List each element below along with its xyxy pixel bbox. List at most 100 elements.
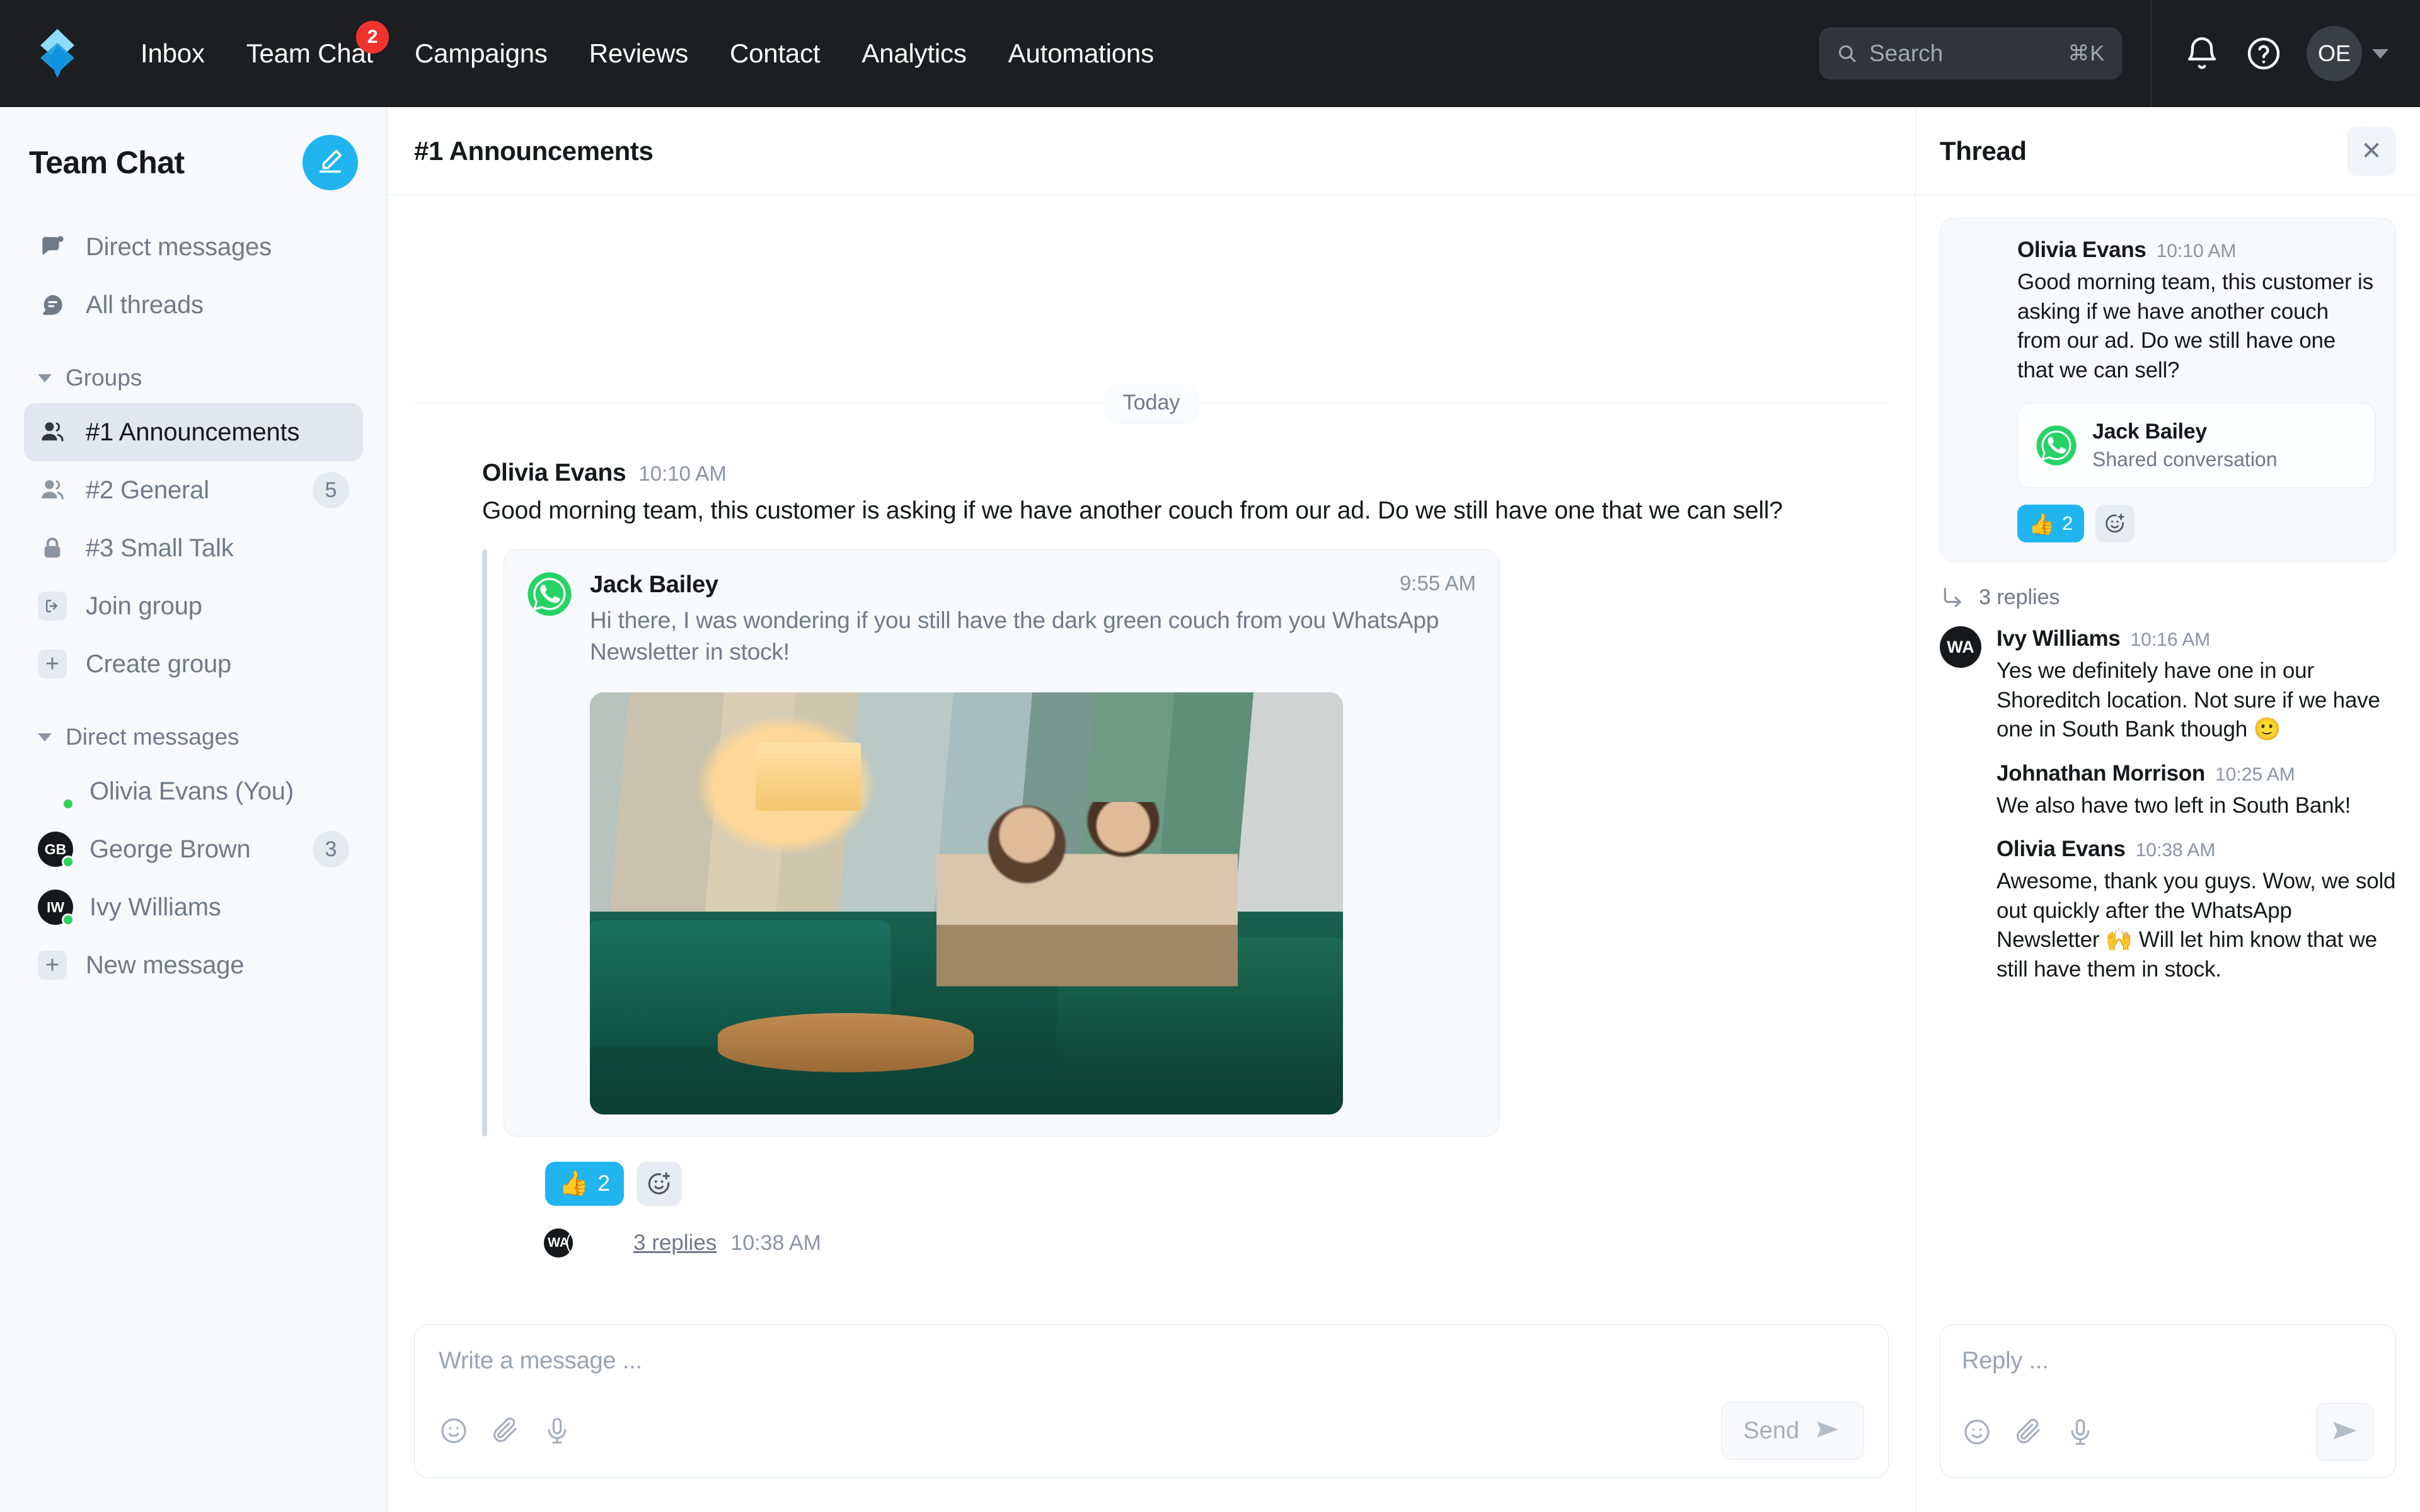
thread-reply-item: Olivia Evans 10:38 AM Awesome, thank you… (1940, 837, 2396, 984)
message-text: Good morning team, this customer is aski… (2017, 270, 2373, 382)
sidebar-dm-george-brown[interactable]: GB George Brown 3 (24, 820, 363, 878)
threads-icon (38, 290, 67, 319)
online-status-dot (62, 856, 74, 868)
search-input[interactable]: Search ⌘K (1819, 28, 2122, 79)
message-timestamp: 10:38 AM (2135, 840, 2216, 861)
avatar[interactable]: OE (2307, 26, 2362, 81)
nav-label: Contact (730, 38, 821, 68)
sidebar-item-small-talk[interactable]: #3 Small Talk (24, 519, 363, 577)
thread-replies-count: 3 replies (1979, 585, 2060, 609)
sidebar-item-announcements[interactable]: #1 Announcements (24, 403, 363, 461)
add-reaction-icon[interactable] (636, 1162, 682, 1206)
avatar-initials: OE (2317, 40, 2351, 66)
replies-summary[interactable]: WA 3 replies 10:38 AM (543, 1227, 1889, 1259)
reaction-thumbs-up[interactable]: 👍 2 (2017, 505, 2085, 543)
day-divider-label: Today (1106, 384, 1197, 421)
sidebar-section-direct-messages[interactable]: Direct messages (24, 712, 363, 762)
microphone-icon[interactable] (2065, 1417, 2095, 1447)
whatsapp-icon (2036, 425, 2077, 466)
sidebar-item-new-message[interactable]: + New message (24, 936, 363, 994)
couch-photo[interactable] (590, 692, 1343, 1115)
section-label: Groups (66, 365, 142, 391)
help-circle-icon[interactable] (2245, 35, 2283, 72)
message-timestamp: 10:25 AM (2215, 764, 2295, 785)
reply-input[interactable]: Reply ... (1962, 1348, 2374, 1403)
reaction-row: 👍 2 (2017, 505, 2375, 543)
nav-item-reviews[interactable]: Reviews (568, 38, 709, 69)
people-icon (38, 476, 67, 505)
shared-subtitle: Shared conversation (2092, 448, 2278, 471)
unread-count-badge: 5 (313, 472, 349, 508)
superchat-logo[interactable] (30, 26, 84, 81)
compose-button[interactable] (302, 135, 358, 190)
emoji-icon[interactable] (1962, 1417, 1992, 1447)
nav-item-campaigns[interactable]: Campaigns (394, 38, 568, 69)
sidebar-item-label: #2 General (86, 476, 209, 504)
sidebar-item-label: #1 Announcements (86, 418, 300, 446)
sidebar-item-join-group[interactable]: Join group (24, 577, 363, 635)
search-placeholder: Search (1869, 40, 1944, 66)
join-icon (38, 592, 67, 621)
avatar: GB (38, 832, 74, 868)
sidebar-dm-ivy-williams[interactable]: IW Ivy Williams (24, 878, 363, 936)
sidebar-item-general[interactable]: #2 General 5 (24, 461, 363, 519)
sidebar-item-label: Direct messages (86, 232, 272, 261)
replies-link[interactable]: 3 replies (633, 1230, 717, 1256)
compose-pencil-icon (316, 147, 345, 179)
message-timestamp: 10:10 AM (638, 462, 727, 485)
chat-bubble-icon (38, 232, 67, 261)
message-author: Johnathan Morrison (1997, 760, 2205, 786)
shared-conversation-quote[interactable]: Jack Bailey 9:55 AM Hi there, I was wond… (482, 549, 1889, 1137)
sidebar-dm-olivia-evans[interactable]: Olivia Evans (You) (24, 762, 363, 820)
search-shortcut: ⌘K (2068, 42, 2105, 66)
reaction-thumbs-up[interactable]: 👍 2 (545, 1162, 624, 1206)
nav-label: Inbox (141, 38, 205, 68)
send-button[interactable]: Send (1721, 1402, 1864, 1460)
sidebar-item-create-group[interactable]: + Create group (24, 635, 363, 693)
nav-label: Campaigns (415, 38, 548, 68)
nav-label: Automations (1008, 38, 1154, 68)
avatar (38, 774, 74, 810)
sidebar-item-direct-messages[interactable]: Direct messages (24, 218, 363, 276)
nav-item-automations[interactable]: Automations (988, 38, 1175, 69)
thread-header: Thread ✕ (1916, 107, 2420, 195)
thumbs-up-icon: 👍 (2029, 512, 2055, 536)
whatsapp-icon (527, 571, 572, 617)
close-icon[interactable]: ✕ (2347, 126, 2396, 176)
nav-item-contact[interactable]: Contact (709, 38, 841, 69)
thumbs-up-icon: 👍 (559, 1171, 589, 1198)
bell-icon[interactable] (2183, 35, 2221, 72)
chevron-down-icon (38, 733, 52, 742)
nav-item-team-chat[interactable]: Team Chat 2 (226, 21, 394, 69)
message-list: Today Olivia Evans 10:10 AM Good morning… (388, 195, 1915, 1305)
message-item: Olivia Evans 10:10 AM Good morning team,… (414, 459, 1889, 1259)
sidebar-item-label: New message (86, 951, 245, 979)
add-reaction-icon[interactable] (2095, 505, 2135, 543)
page-title: #1 Announcements (414, 135, 654, 166)
microphone-icon[interactable] (542, 1416, 572, 1446)
unread-count-badge: 3 (313, 831, 349, 868)
thread-body: Olivia Evans 10:10 AM Good morning team,… (1916, 195, 2420, 1309)
message-timestamp: 10:10 AM (2156, 241, 2237, 261)
avatar (414, 459, 462, 507)
message-text: Awesome, thank you guys. Wow, we sold ou… (1997, 869, 2396, 982)
paperclip-icon[interactable] (490, 1416, 521, 1446)
sidebar-title: Team Chat (29, 145, 185, 180)
sidebar-item-all-threads[interactable]: All threads (24, 276, 363, 334)
sidebar-section-groups[interactable]: Groups (24, 353, 363, 403)
chevron-down-icon[interactable] (2372, 49, 2388, 59)
nav-item-analytics[interactable]: Analytics (841, 38, 987, 69)
send-button[interactable] (2316, 1403, 2374, 1461)
quote-timestamp: 9:55 AM (1399, 571, 1476, 595)
message-input[interactable]: Write a message ... (439, 1348, 1864, 1402)
shared-conversation-card[interactable]: Jack Bailey Shared conversation (2017, 403, 2375, 489)
sidebar-item-label: George Brown (89, 835, 251, 863)
message-author: Olivia Evans (482, 459, 626, 486)
paperclip-icon[interactable] (2014, 1417, 2044, 1447)
people-icon (38, 418, 67, 447)
avatar (1940, 761, 1981, 803)
emoji-icon[interactable] (439, 1416, 469, 1446)
nav-label: Reviews (589, 38, 689, 68)
thread-reply-item: WA Ivy Williams 10:16 AM Yes we definite… (1940, 626, 2396, 745)
nav-item-inbox[interactable]: Inbox (120, 38, 226, 69)
